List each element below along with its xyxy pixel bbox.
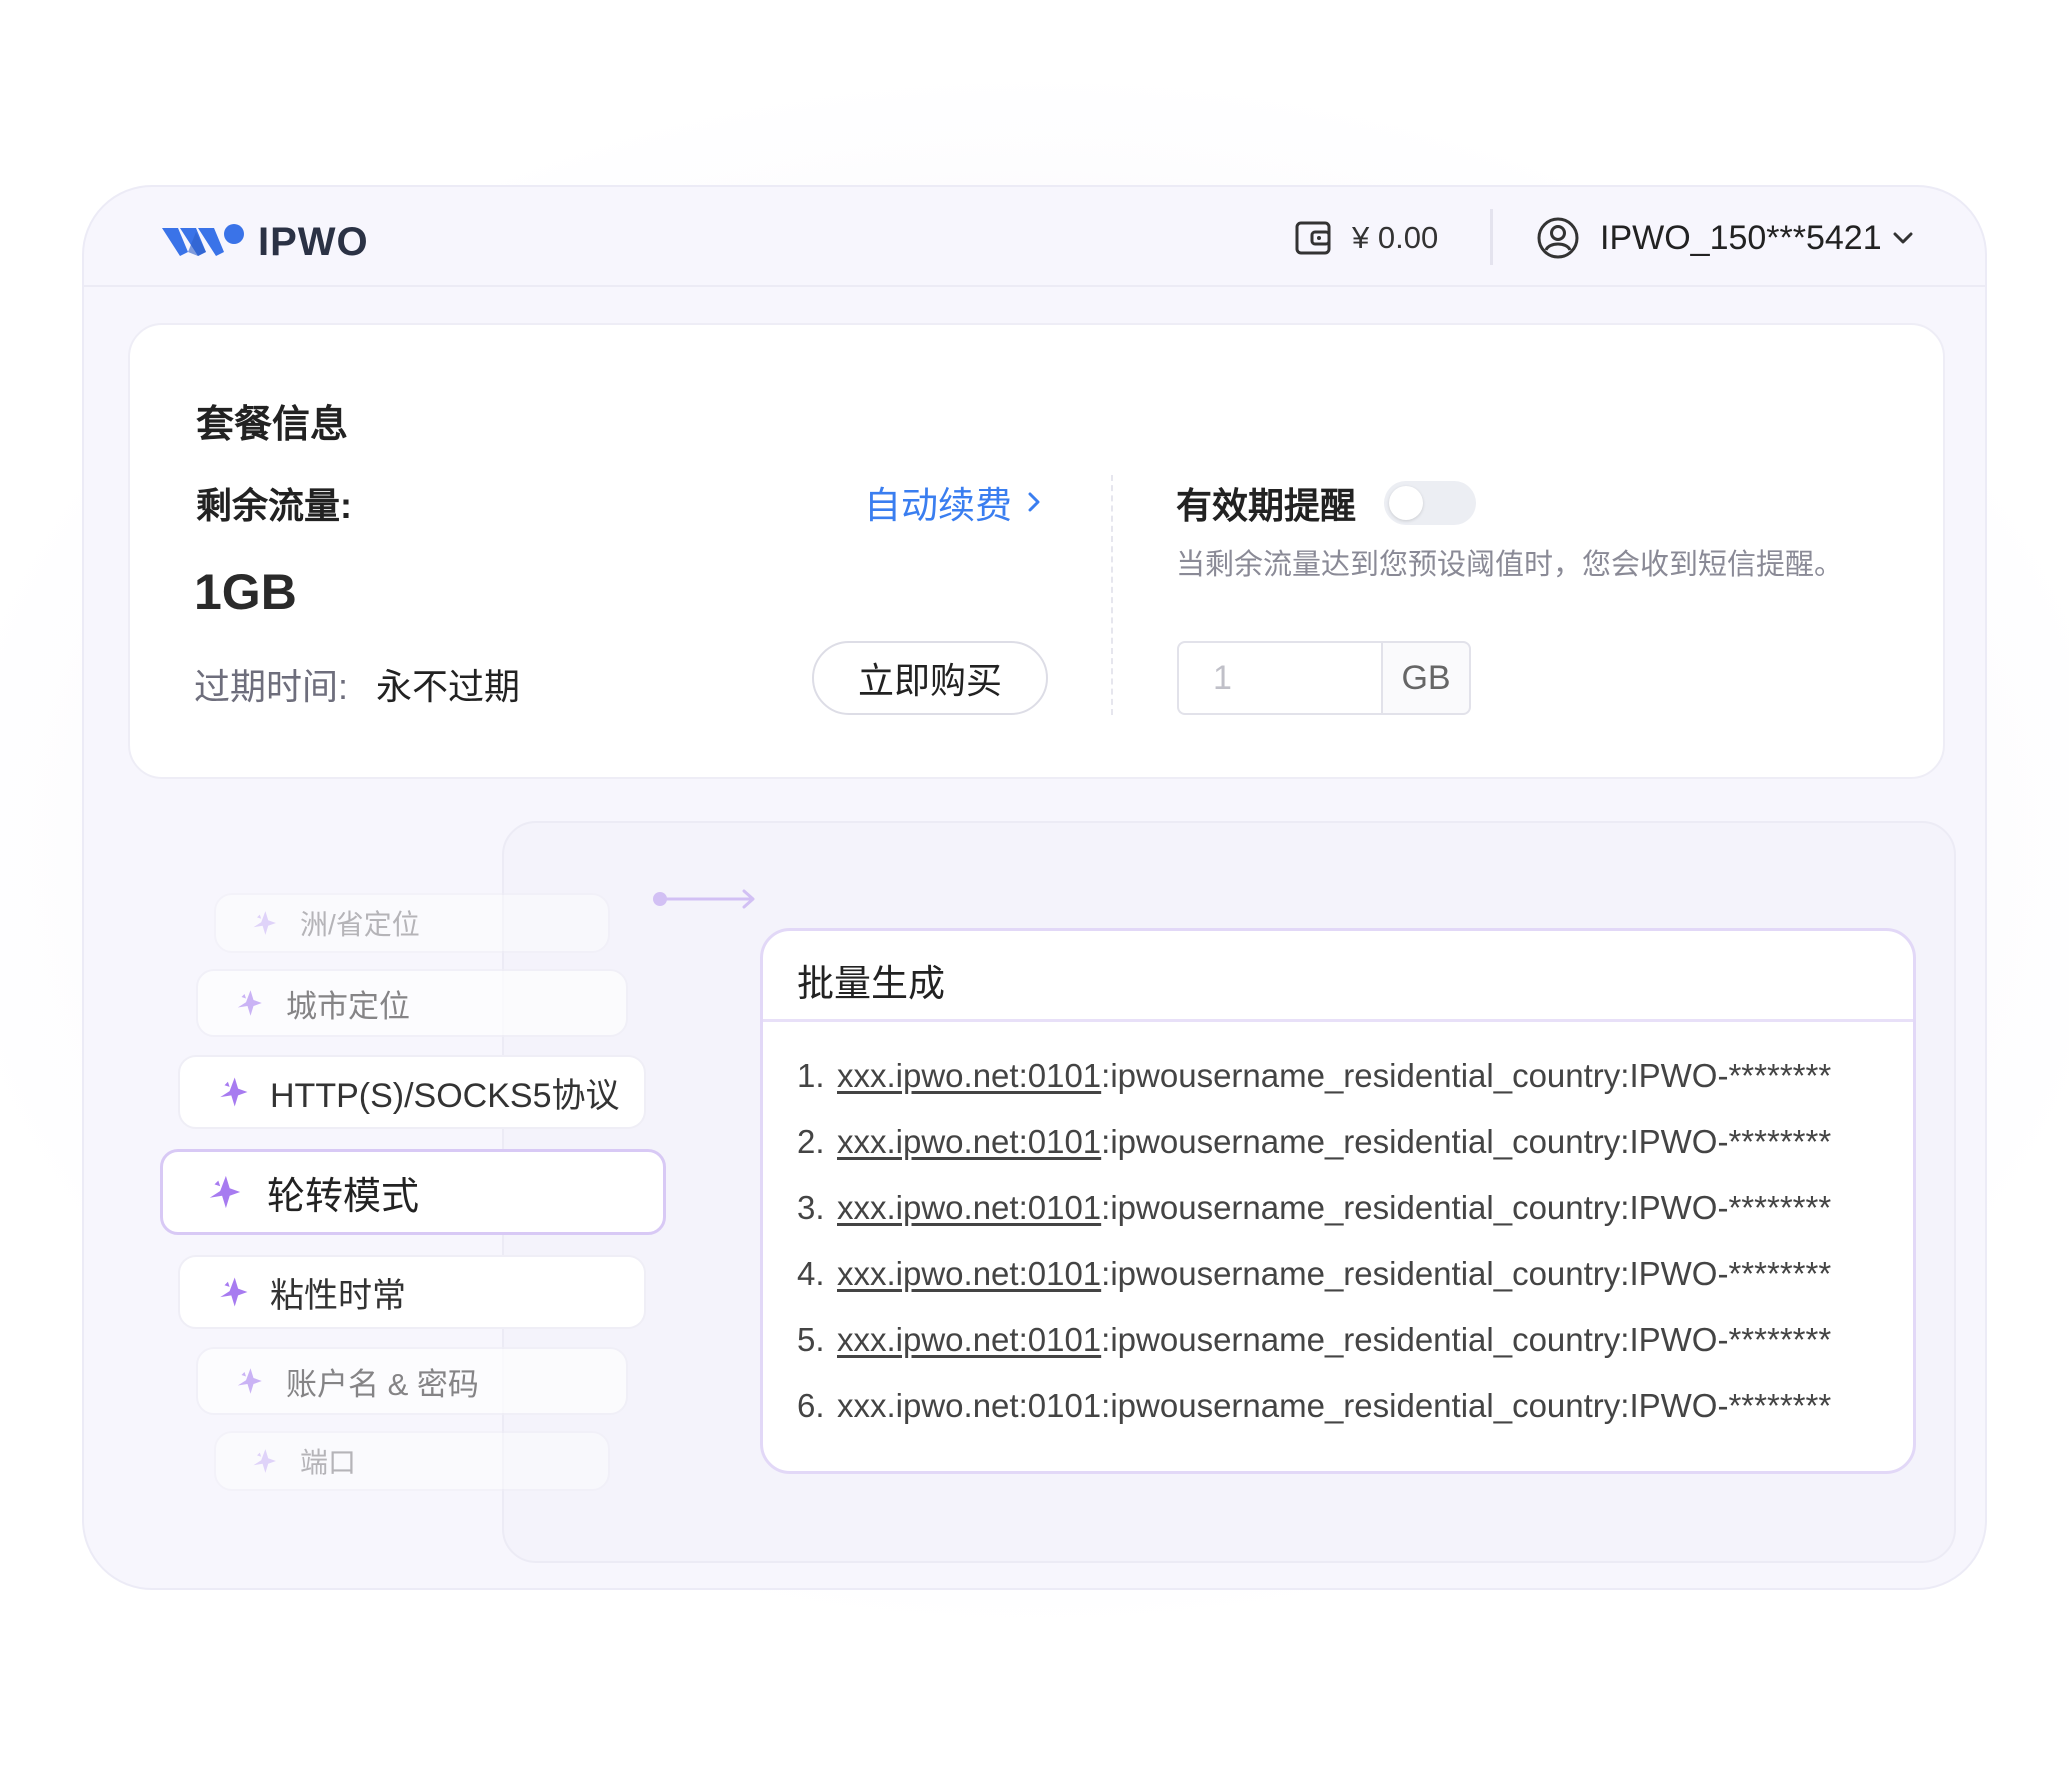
auto-renew-link[interactable]: 自动续费: [864, 475, 1048, 529]
batch-line[interactable]: 4. xxx.ipwo.net:0101:ipwousername_residen…: [797, 1255, 1831, 1293]
feature-label: 端口: [300, 1447, 357, 1478]
line-credentials: :ipwousername_residential_country:IPWO-*…: [1101, 1189, 1832, 1226]
threshold-input[interactable]: [1177, 641, 1381, 715]
line-number: 6.: [797, 1387, 825, 1424]
sparkle-icon: [234, 1366, 264, 1396]
batch-divider: [763, 1019, 1913, 1022]
feature-label: HTTP(S)/SOCKS5协议: [270, 1076, 620, 1115]
logo[interactable]: IPWO: [160, 217, 369, 267]
buy-now-button[interactable]: 立即购买: [812, 641, 1048, 715]
wallet-balance: ¥ 0.00: [1352, 220, 1439, 255]
username: IPWO_150***5421: [1600, 218, 1882, 257]
feature-item-rotation-mode[interactable]: 轮转模式: [160, 1149, 666, 1235]
line-host: xxx.ipwo.net:0101: [837, 1387, 1102, 1424]
threshold-unit: GB: [1381, 641, 1471, 715]
feature-item-protocol[interactable]: HTTP(S)/SOCKS5协议: [178, 1055, 646, 1129]
sparkle-icon: [216, 1275, 250, 1309]
sparkle-icon: [250, 909, 278, 937]
feature-label: 粘性时常: [270, 1276, 406, 1315]
expiry-reminder-title: 有效期提醒: [1176, 485, 1357, 526]
package-info-card: 套餐信息 剩余流量: 自动续费 1GB 过期时间: 永不过期 立即购买 有效期提…: [128, 323, 1945, 779]
batch-line[interactable]: 1. xxx.ipwo.net:0101:ipwousername_residen…: [797, 1057, 1831, 1095]
user-avatar-icon: [1537, 217, 1579, 259]
feature-label: 城市定位: [286, 988, 410, 1024]
connector-arrow: [653, 889, 755, 909]
line-credentials: :ipwousername_residential_country:IPWO-*…: [1101, 1321, 1832, 1358]
logo-text: IPWO: [258, 219, 369, 264]
line-credentials: :ipwousername_residential_country:IPWO-*…: [1101, 1255, 1832, 1292]
line-number: 4.: [797, 1255, 825, 1292]
logo-icon: [162, 224, 244, 256]
feature-label: 洲/省定位: [300, 909, 420, 940]
auto-renew-label: 自动续费: [864, 485, 1012, 526]
feature-item-province-location[interactable]: 洲/省定位: [214, 893, 610, 953]
expiry-label: 过期时间:: [194, 666, 349, 707]
batch-line[interactable]: 5. xxx.ipwo.net:0101:ipwousername_residen…: [797, 1321, 1831, 1359]
sparkle-icon: [205, 1173, 243, 1211]
line-host: xxx.ipwo.net:0101: [837, 1123, 1102, 1160]
line-credentials: :ipwousername_residential_country:IPWO-*…: [1101, 1123, 1832, 1160]
line-credentials: :ipwousername_residential_country:IPWO-*…: [1101, 1057, 1832, 1094]
reminder-description: 当剩余流量达到您预设阈值时，您会收到短信提醒。: [1176, 549, 1844, 581]
chevron-right-icon: [1028, 492, 1040, 512]
feature-item-account-password[interactable]: 账户名 & 密码: [196, 1347, 628, 1415]
app-window: IPWO ¥ 0.00 IPWO_150***5421 套餐信息 剩余流量: 自…: [82, 185, 1987, 1590]
top-divider: [1490, 209, 1493, 265]
section-divider: [1111, 475, 1113, 715]
expiry-value: 永不过期: [376, 666, 521, 707]
feature-label: 轮转模式: [267, 1175, 420, 1218]
line-host: xxx.ipwo.net:0101: [837, 1255, 1102, 1292]
sparkle-icon: [234, 988, 264, 1018]
batch-line[interactable]: 6. xxx.ipwo.net:0101:ipwousername_residen…: [797, 1387, 1831, 1425]
line-number: 2.: [797, 1123, 825, 1160]
wallet-icon: [1295, 221, 1331, 255]
batch-title: 批量生成: [797, 963, 945, 1004]
line-number: 5.: [797, 1321, 825, 1358]
sparkle-icon: [216, 1075, 250, 1109]
line-number: 3.: [797, 1189, 825, 1226]
line-number: 1.: [797, 1057, 825, 1094]
batch-line[interactable]: 3. xxx.ipwo.net:0101:ipwousername_residen…: [797, 1189, 1831, 1227]
line-credentials: :ipwousername_residential_country:IPWO-*…: [1101, 1387, 1832, 1424]
top-bar: IPWO ¥ 0.00 IPWO_150***5421: [84, 187, 1985, 287]
user-menu[interactable]: IPWO_150***5421: [1536, 213, 1916, 263]
feature-label: 账户名 & 密码: [286, 1366, 479, 1402]
wallet[interactable]: ¥ 0.00: [1294, 213, 1438, 263]
expiry-reminder-toggle[interactable]: [1384, 481, 1476, 525]
feature-item-sticky-duration[interactable]: 粘性时常: [178, 1255, 646, 1329]
feature-item-port[interactable]: 端口: [214, 1431, 610, 1491]
line-host: xxx.ipwo.net:0101: [837, 1189, 1102, 1226]
line-host: xxx.ipwo.net:0101: [837, 1321, 1102, 1358]
line-host: xxx.ipwo.net:0101: [837, 1057, 1102, 1094]
batch-line[interactable]: 2. xxx.ipwo.net:0101:ipwousername_residen…: [797, 1123, 1831, 1161]
package-title: 套餐信息: [196, 404, 349, 446]
batch-generate-card: 批量生成 1. xxx.ipwo.net:0101:ipwousername_re…: [760, 928, 1916, 1474]
chevron-down-icon: [1893, 232, 1913, 244]
remaining-traffic-value: 1GB: [194, 564, 297, 620]
toggle-knob: [1389, 486, 1423, 520]
sparkle-icon: [250, 1447, 278, 1475]
remaining-traffic-label: 剩余流量:: [196, 485, 352, 526]
feature-item-city-location[interactable]: 城市定位: [196, 969, 628, 1037]
